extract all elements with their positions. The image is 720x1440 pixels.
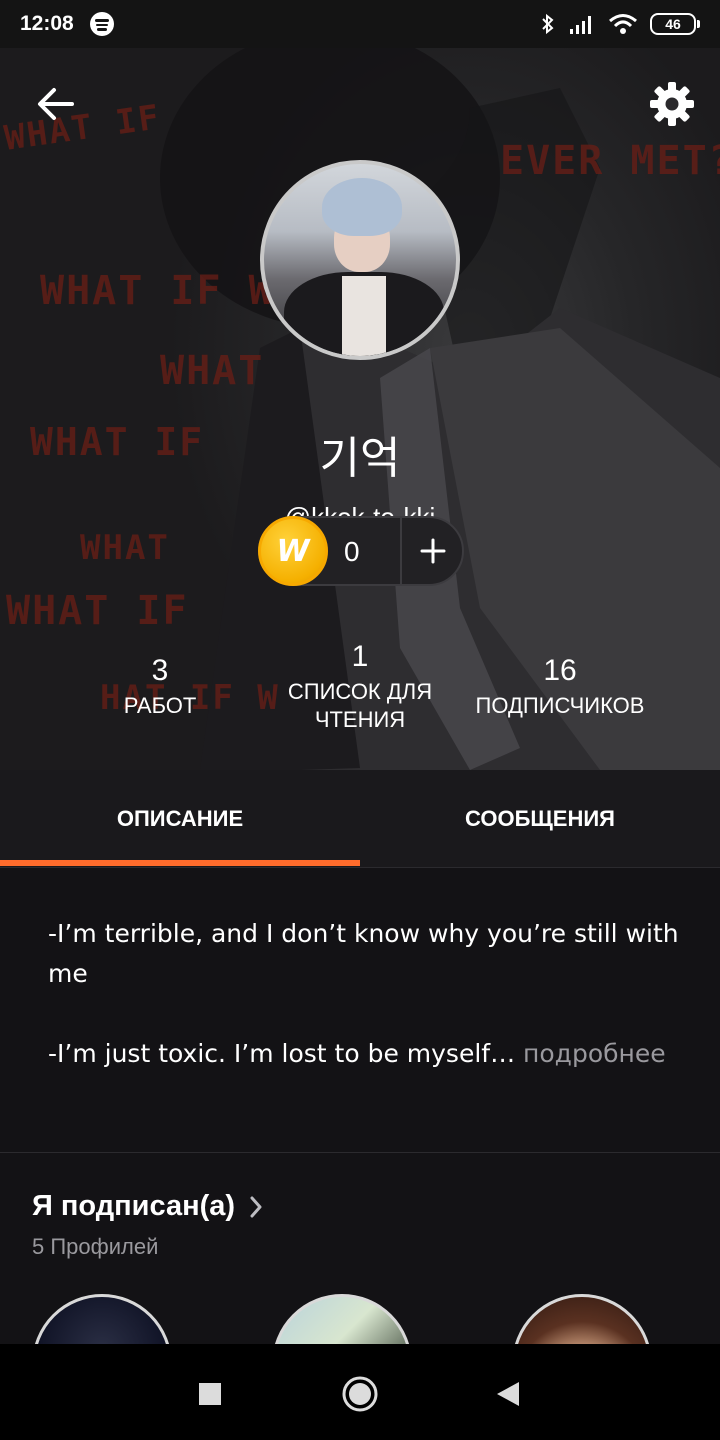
stat-reading-lists[interactable]: 1 СПИСОК ДЛЯ ЧТЕНИЯ (260, 640, 460, 734)
profile-display-name: 기억 (319, 433, 401, 484)
stat-label: РАБОТ (123, 693, 197, 718)
spotify-icon (89, 12, 114, 36)
following-title: Я подписан(а) (32, 1190, 236, 1222)
background-text: WHAT IF (6, 588, 189, 634)
wifi-icon (609, 14, 637, 34)
stat-label: ПОДПИСЧИКОВ (475, 693, 645, 718)
square-recents-icon[interactable] (188, 1372, 232, 1416)
plus-icon (420, 538, 446, 564)
system-nav-bar (0, 1344, 720, 1440)
profile-avatar[interactable] (260, 160, 460, 360)
status-time: 12:08 (20, 12, 74, 35)
stat-works[interactable]: 3 РАБОТ (60, 654, 260, 720)
arrow-left-icon[interactable] (34, 84, 78, 124)
section-divider (0, 1152, 720, 1153)
profile-tabs: ОПИСАНИЕ СООБЩЕНИЯ (0, 770, 720, 868)
battery-level: 46 (650, 13, 696, 35)
stat-label: СПИСОК ДЛЯ (287, 679, 433, 704)
stat-value: 16 (543, 654, 577, 687)
chevron-right-icon (250, 1196, 262, 1217)
stat-followers[interactable]: 16 ПОДПИСЧИКОВ (450, 654, 670, 720)
coin-widget: W 0 (258, 516, 464, 586)
add-coins-button[interactable] (402, 518, 464, 584)
following-count: 5 Профилей (32, 1234, 159, 1259)
wattpad-coin-icon: W (258, 516, 328, 586)
circle-home-icon[interactable] (338, 1372, 382, 1416)
stat-value: 3 (151, 654, 169, 687)
stat-label: ЧТЕНИЯ (314, 707, 406, 732)
bluetooth-icon (542, 13, 554, 35)
status-bar: 12:08 46 (0, 0, 720, 48)
description-line: -I’m just toxic. I’m lost to be myself… (48, 1039, 516, 1068)
tab-messages[interactable]: СООБЩЕНИЯ (360, 770, 720, 868)
description-line: me (48, 959, 88, 988)
battery-icon: 46 (650, 13, 700, 35)
active-tab-indicator (0, 860, 360, 866)
gear-icon[interactable] (648, 80, 696, 128)
triangle-back-icon[interactable] (486, 1372, 530, 1416)
following-header[interactable]: Я подписан(а) (32, 1190, 263, 1223)
tab-description[interactable]: ОПИСАНИЕ (0, 770, 360, 868)
description-line: -I’m terrible, and I don’t know why you’… (48, 919, 679, 948)
coin-count: 0 (344, 536, 360, 567)
background-text: WHAT (80, 528, 170, 568)
profile-description: -I’m terrible, and I don’t know why you’… (48, 914, 688, 1074)
profile-header: WHAT IF EVER MET? WHAT IF WE WHAT WHAT I… (0, 48, 720, 770)
background-text: WHAT (160, 348, 265, 394)
read-more-link[interactable]: подробнее (515, 1039, 666, 1068)
stat-value: 1 (351, 640, 369, 673)
signal-icon (570, 16, 591, 34)
background-text: EVER MET? (500, 138, 720, 184)
